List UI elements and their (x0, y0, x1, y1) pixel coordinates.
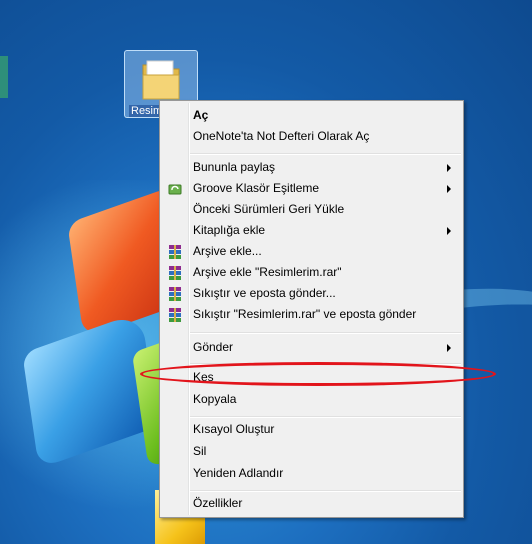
menu-item-label: Arşive ekle... (193, 244, 262, 258)
menu-separator (190, 153, 461, 155)
menu-item-label: Özellikler (193, 496, 243, 510)
menu-item-add-to-rar[interactable]: Arşive ekle "Resimlerim.rar" (162, 262, 461, 283)
wallpaper-edge-shape (0, 56, 8, 98)
winrar-icon (169, 245, 181, 259)
menu-item-send-to[interactable]: Gönder (162, 337, 461, 358)
menu-item-copy[interactable]: Kopyala (162, 389, 461, 410)
menu-item-add-to-archive[interactable]: Arşive ekle... (162, 241, 461, 262)
menu-item-label: Sil (193, 444, 207, 458)
menu-separator (190, 490, 461, 492)
menu-item-groove-sync[interactable]: Groove Klasör Eşitleme (162, 178, 461, 199)
menu-item-delete[interactable]: Sil (162, 441, 461, 462)
menu-item-label: Kitaplığa ekle (193, 223, 266, 237)
annotation-ellipse (140, 362, 496, 386)
menu-item-label: Gönder (193, 340, 234, 354)
menu-item-compress-rar-and-email[interactable]: Sıkıştır "Resimlerim.rar" ve eposta gönd… (162, 304, 461, 325)
menu-item-label: Groove Klasör Eşitleme (193, 181, 320, 195)
menu-item-label: Bununla paylaş (193, 160, 276, 174)
menu-item-restore-previous-versions[interactable]: Önceki Sürümleri Geri Yükle (162, 199, 461, 220)
folder-icon (142, 60, 180, 100)
submenu-arrow-icon (447, 344, 451, 352)
menu-item-properties[interactable]: Özellikler (162, 493, 461, 514)
submenu-arrow-icon (447, 164, 451, 172)
winrar-icon (169, 308, 181, 322)
menu-item-label: Önceki Sürümleri Geri Yükle (193, 202, 345, 216)
menu-item-label: Kopyala (193, 392, 237, 406)
menu-item-share-with[interactable]: Bununla paylaş (162, 157, 461, 178)
menu-separator (190, 416, 461, 418)
menu-item-label: Aç (193, 108, 209, 122)
menu-item-label: Sıkıştır "Resimlerim.rar" ve eposta gönd… (193, 307, 417, 321)
menu-separator (190, 332, 461, 334)
menu-item-include-in-library[interactable]: Kitaplığa ekle (162, 220, 461, 241)
menu-item-create-shortcut[interactable]: Kısayol Oluştur (162, 419, 461, 440)
context-menu: Aç OneNote'ta Not Defteri Olarak Aç Bunu… (159, 100, 464, 518)
desktop[interactable]: Resimler Aç OneNote'ta Not Defteri Olara… (0, 0, 532, 544)
menu-item-open[interactable]: Aç (162, 105, 461, 126)
menu-item-compress-and-email[interactable]: Sıkıştır ve eposta gönder... (162, 283, 461, 304)
menu-item-label: Sıkıştır ve eposta gönder... (193, 286, 336, 300)
menu-item-label: OneNote'ta Not Defteri Olarak Aç (193, 129, 370, 143)
submenu-arrow-icon (447, 185, 451, 193)
menu-item-label: Kısayol Oluştur (193, 422, 275, 436)
winrar-icon (169, 287, 181, 301)
menu-item-open-onenote[interactable]: OneNote'ta Not Defteri Olarak Aç (162, 126, 461, 147)
menu-item-label: Arşive ekle "Resimlerim.rar" (193, 265, 342, 279)
groove-sync-icon (168, 184, 182, 195)
submenu-arrow-icon (447, 227, 451, 235)
menu-item-rename[interactable]: Yeniden Adlandır (162, 463, 461, 484)
winrar-icon (169, 266, 181, 280)
menu-item-label: Yeniden Adlandır (193, 466, 284, 480)
